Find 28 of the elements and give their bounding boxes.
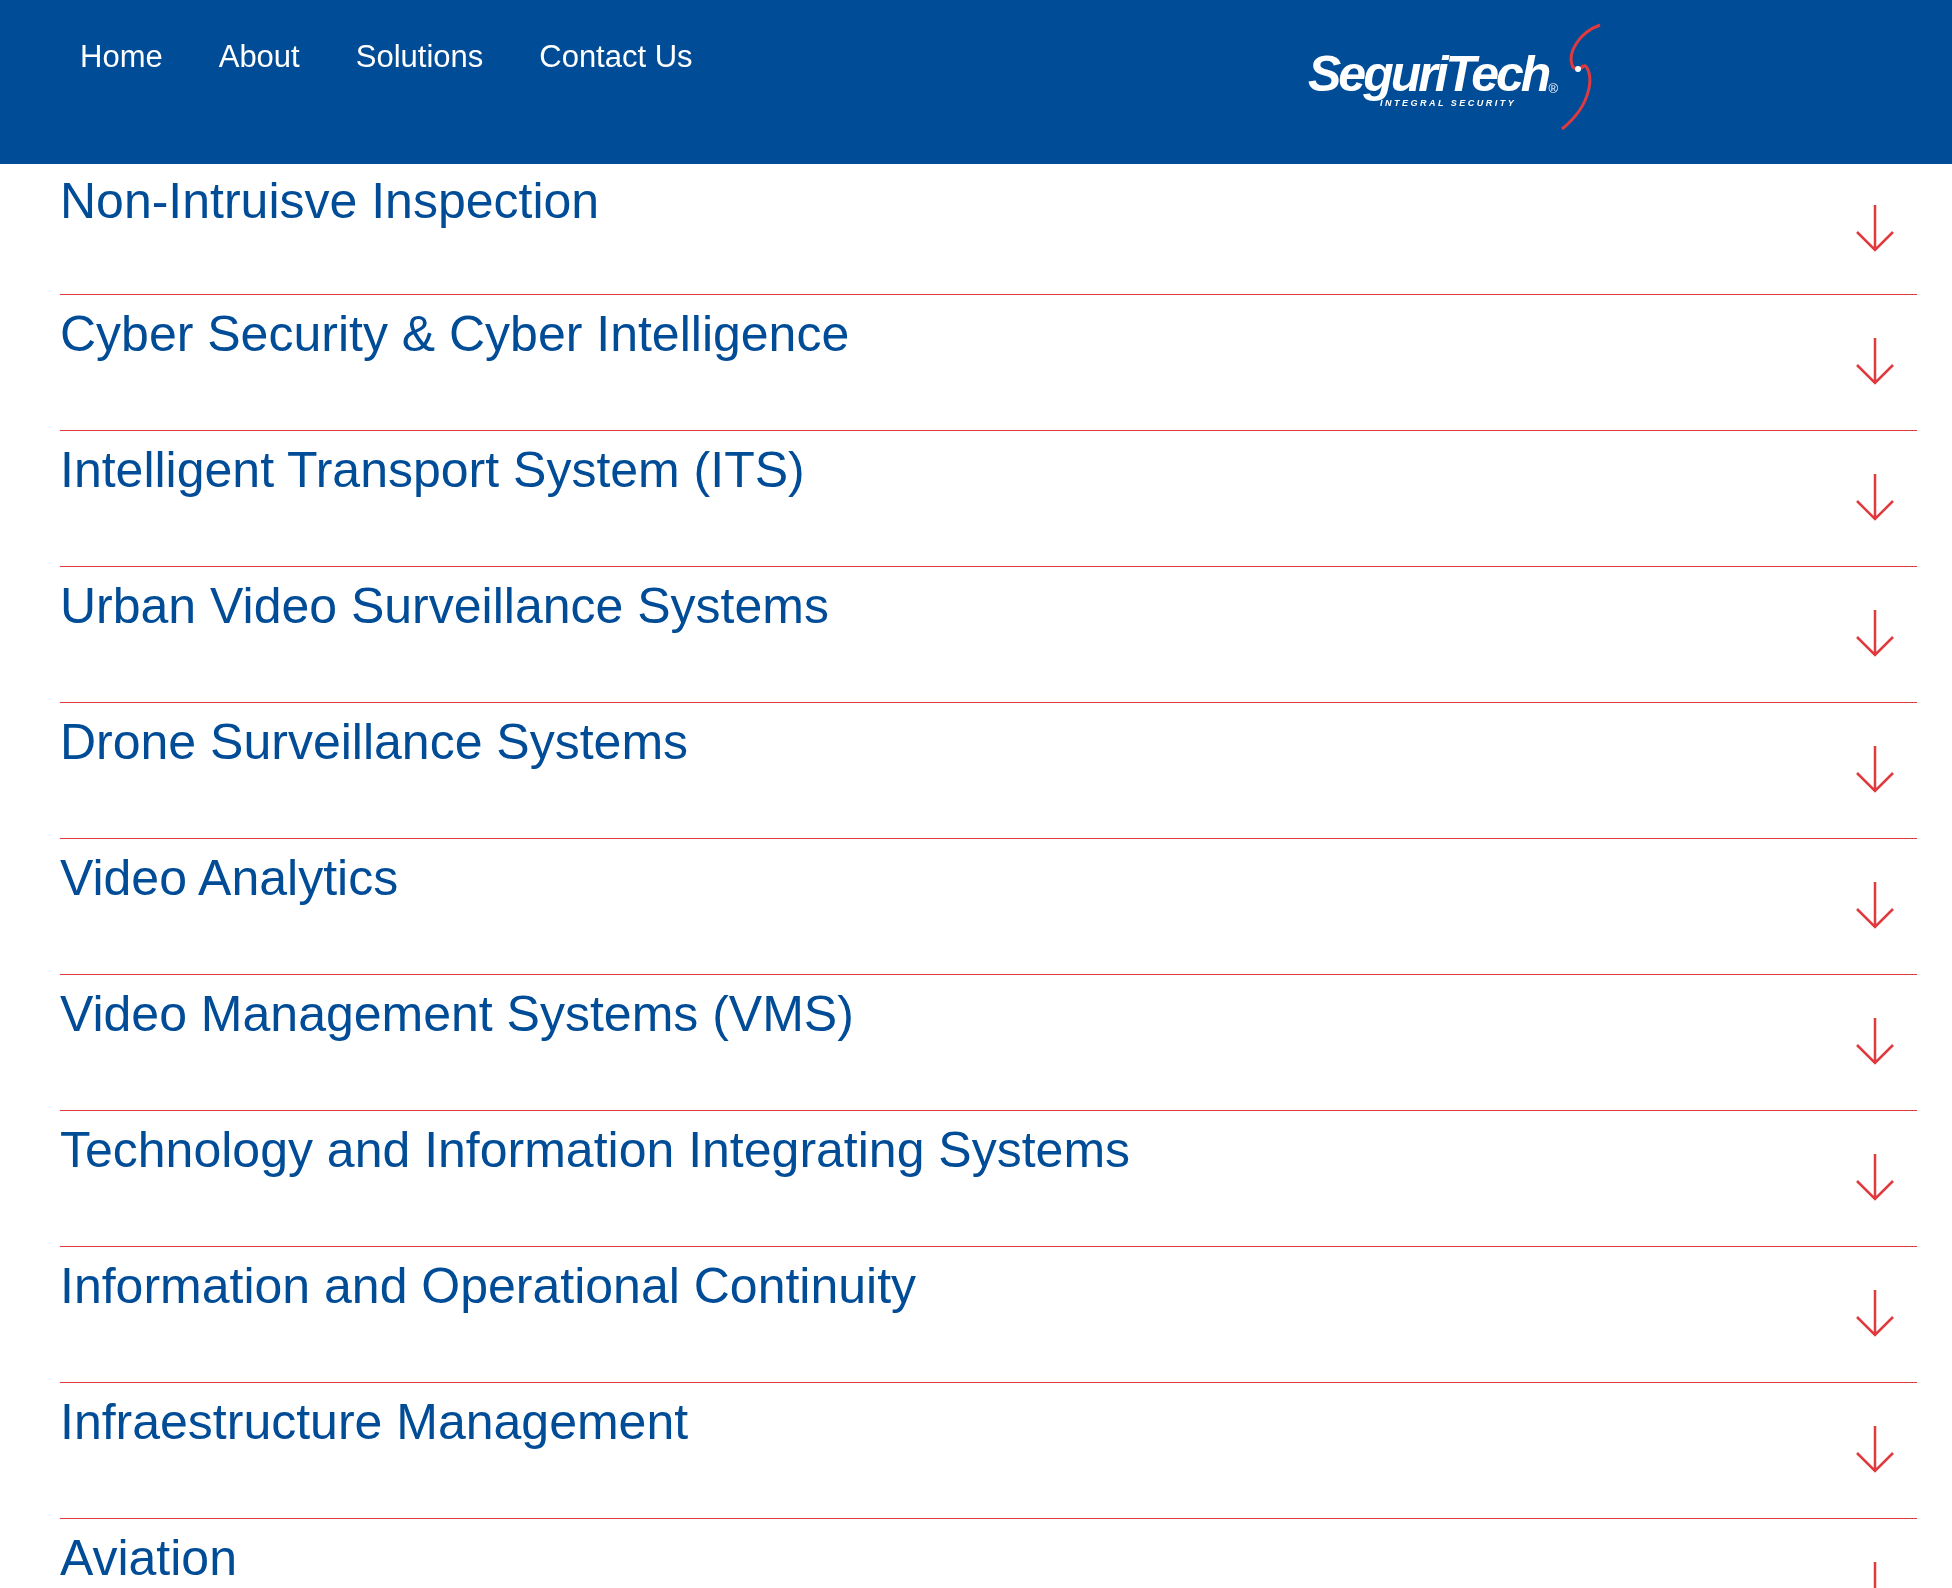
down-arrow-icon[interactable] [1855, 473, 1895, 521]
down-arrow-icon[interactable] [1855, 1425, 1895, 1473]
accordion-title[interactable]: Information and Operational Continuity [60, 1259, 917, 1314]
accordion-title[interactable]: Aviation [60, 1531, 237, 1586]
down-arrow-icon[interactable] [1855, 881, 1895, 929]
down-arrow-icon[interactable] [1855, 337, 1895, 385]
swirl-logo-icon [1558, 23, 1602, 133]
accordion-title[interactable]: Technology and Information Integrating Systems [60, 1123, 1131, 1178]
accordion-title[interactable]: Infraestructure Management [60, 1395, 689, 1450]
accordion-title[interactable]: Drone Surveillance Systems [60, 715, 689, 770]
accordion-title[interactable]: Video Analytics [60, 851, 399, 906]
down-arrow-icon[interactable] [1855, 1017, 1895, 1065]
nav-link[interactable]: Home [80, 34, 163, 82]
nav-link[interactable]: Contact Us [539, 34, 693, 82]
nav-link[interactable]: Solutions [355, 34, 484, 82]
accordion-title[interactable]: Non-Intruisve Inspection [60, 174, 600, 229]
down-arrow-icon[interactable] [1855, 1289, 1895, 1337]
registered-mark: ® [1548, 81, 1558, 96]
accordion-title[interactable]: Intelligent Transport System (ITS) [60, 443, 805, 498]
down-arrow-icon[interactable] [1855, 609, 1895, 657]
nav-link[interactable]: About [218, 34, 300, 82]
accordion-title[interactable]: Cyber Security & Cyber Intelligence [60, 307, 850, 362]
down-arrow-icon[interactable] [1855, 1153, 1895, 1201]
down-arrow-icon[interactable] [1855, 204, 1895, 252]
down-arrow-icon[interactable] [1855, 745, 1895, 793]
accordion-title[interactable]: Video Management Systems (VMS) [60, 987, 854, 1042]
logo-wordmark[interactable]: SeguriTech [1307, 48, 1549, 99]
accordion-title[interactable]: Urban Video Surveillance Systems [60, 579, 829, 634]
